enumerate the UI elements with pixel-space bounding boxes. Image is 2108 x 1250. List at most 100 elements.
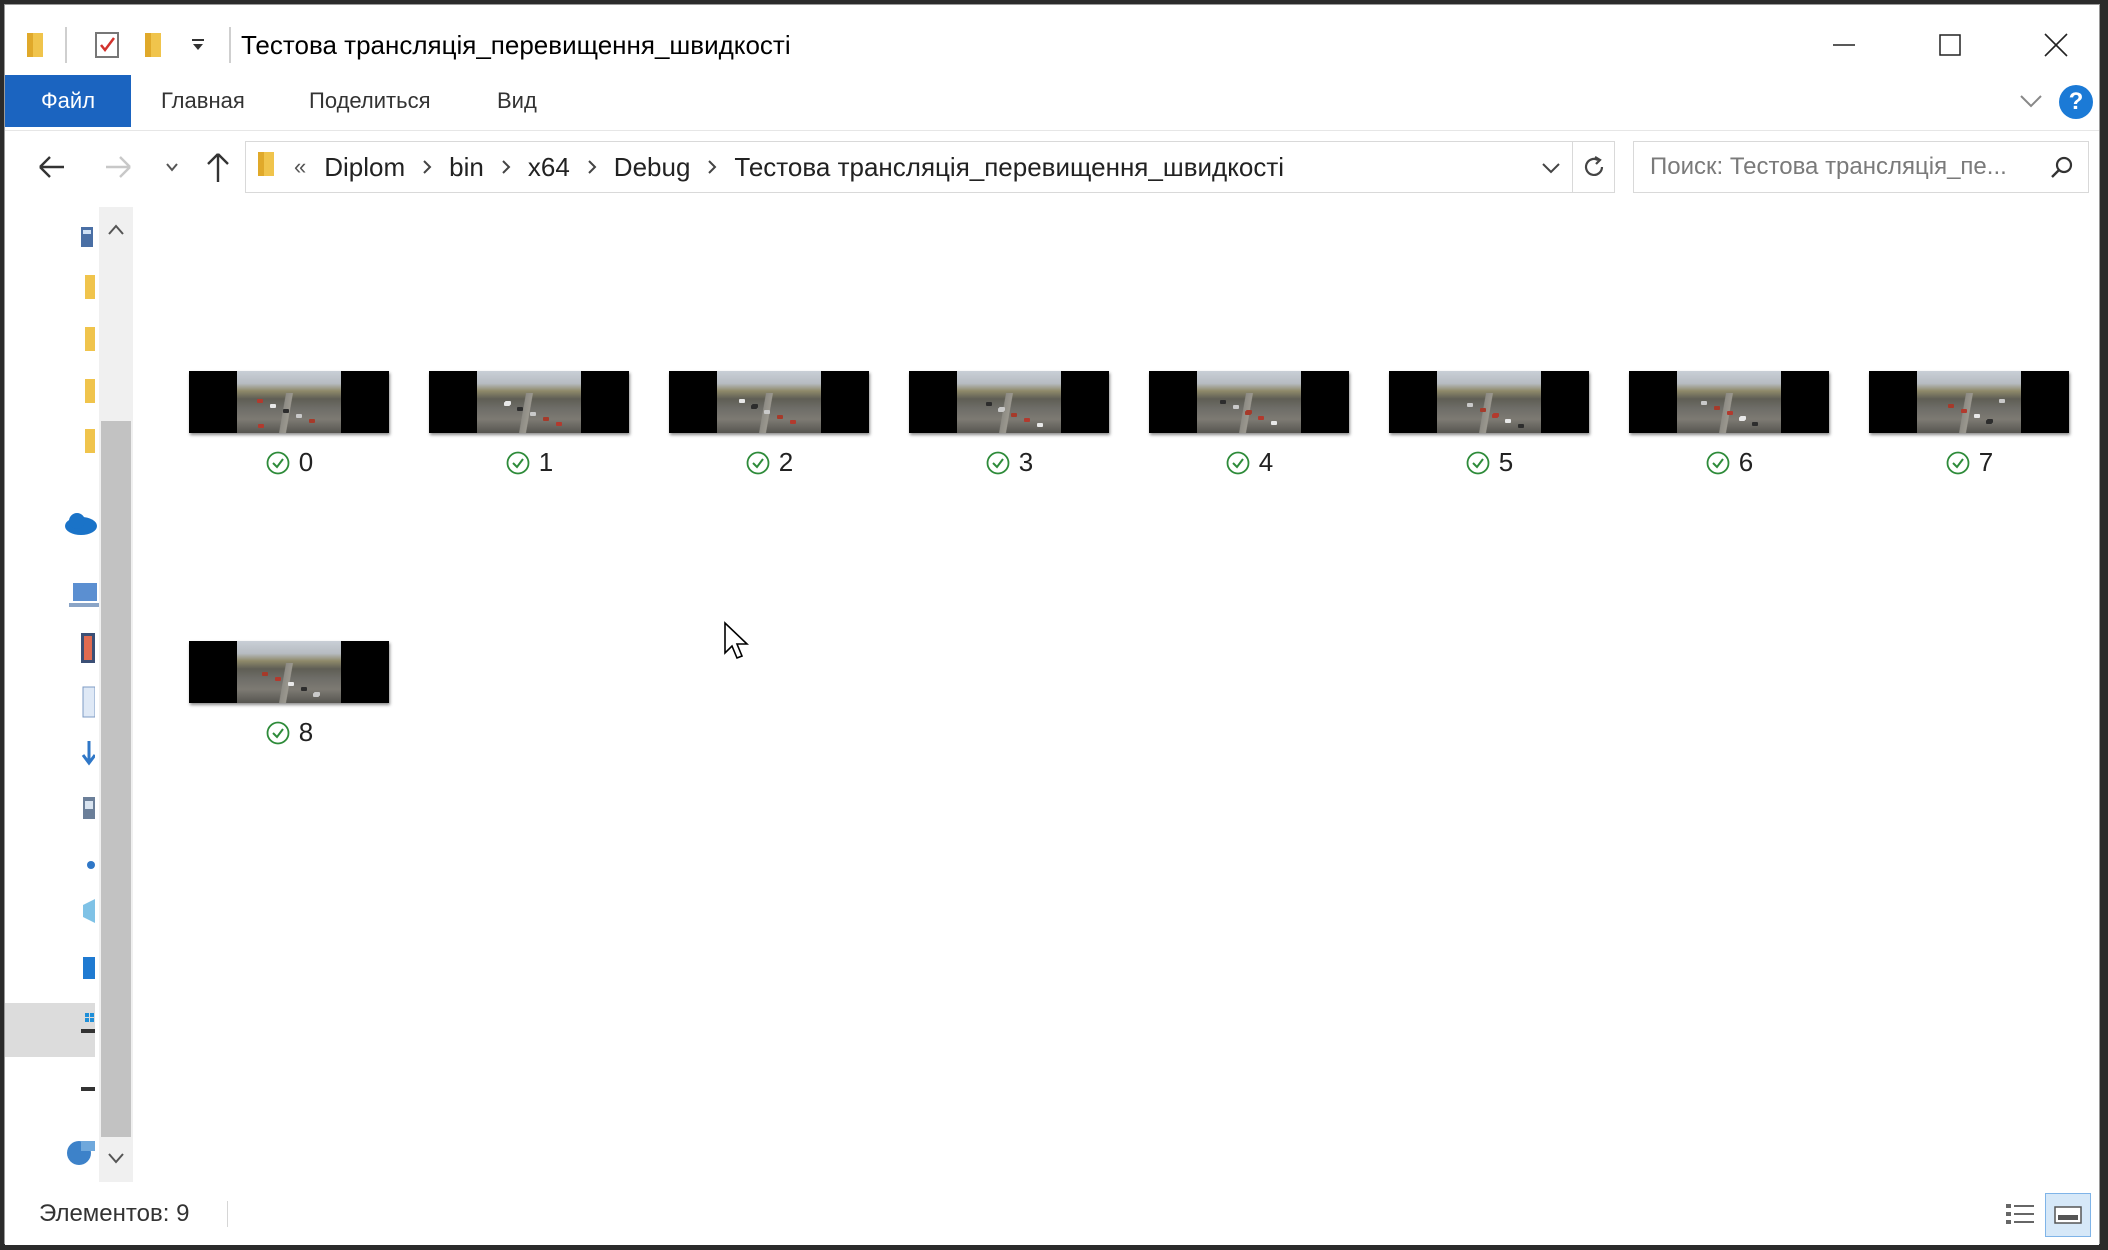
tab-file[interactable]: Файл — [5, 75, 131, 127]
sync-status-check-icon — [1225, 450, 1251, 476]
drive-icon[interactable] — [65, 1079, 95, 1107]
scroll-up-chevron-icon[interactable] — [99, 213, 133, 247]
video-thumbnail — [1389, 371, 1589, 433]
video-thumbnail — [1869, 371, 2069, 433]
sync-status-check-icon — [1945, 450, 1971, 476]
scroll-down-chevron-icon[interactable] — [99, 1141, 133, 1175]
breadcrumb-current-folder[interactable]: Тестова трансляція_перевищення_швидкості — [734, 152, 1284, 183]
mouse-cursor-icon — [723, 621, 753, 668]
file-name-label: 8 — [189, 717, 389, 748]
up-arrow-icon[interactable] — [195, 141, 241, 193]
file-name: 2 — [778, 447, 794, 477]
video-thumbnail — [909, 371, 1109, 433]
scrollbar-thumb[interactable] — [101, 421, 131, 1137]
expand-ribbon-chevron-icon[interactable] — [2015, 85, 2047, 117]
ribbon-tabs: Файл Главная Поделиться Вид ? — [5, 75, 2099, 131]
folder-icon[interactable] — [65, 377, 95, 405]
search-icon[interactable] — [2049, 154, 2085, 185]
address-overflow-button[interactable]: « — [294, 154, 306, 180]
video-thumbnail — [189, 371, 389, 433]
video-file-item[interactable]: 7 — [1869, 371, 2069, 491]
customize-toolbar-dropdown-icon[interactable] — [189, 5, 207, 85]
sync-status-check-icon — [985, 450, 1011, 476]
breadcrumb-bin[interactable]: bin — [449, 152, 484, 183]
file-name: 0 — [298, 447, 314, 477]
address-bar[interactable]: « Diplom bin x64 Debug Тестова трансляці… — [245, 141, 1573, 193]
local-disk-icon[interactable] — [65, 1007, 95, 1035]
video-thumbnail — [1629, 371, 1829, 433]
navigation-bar: « Diplom bin x64 Debug Тестова трансляці… — [5, 131, 2099, 207]
tab-home[interactable]: Главная — [161, 75, 245, 127]
minimize-button[interactable] — [1791, 5, 1897, 85]
properties-icon[interactable] — [93, 5, 121, 85]
new-folder-icon[interactable] — [143, 5, 165, 85]
navigation-pane-scrollbar[interactable] — [99, 207, 133, 1182]
chevron-right-icon[interactable] — [500, 158, 512, 176]
documents-folder-icon[interactable] — [65, 685, 96, 718]
pictures-folder-icon[interactable] — [65, 793, 95, 821]
music-folder-icon[interactable] — [65, 847, 95, 875]
video-file-item[interactable]: 6 — [1629, 371, 1829, 491]
file-name-label: 0 — [189, 447, 389, 478]
3d-objects-folder-icon[interactable] — [65, 897, 95, 925]
forward-arrow-icon[interactable] — [95, 141, 141, 193]
video-thumbnail — [669, 371, 869, 433]
breadcrumb-diplom[interactable]: Diplom — [324, 152, 405, 183]
file-name: 8 — [298, 717, 314, 747]
file-name-label: 7 — [1869, 447, 2069, 478]
file-name: 3 — [1018, 447, 1034, 477]
video-file-item[interactable]: 4 — [1149, 371, 1349, 491]
recent-locations-chevron-icon[interactable] — [149, 141, 195, 193]
onedrive-cloud-icon[interactable] — [61, 509, 99, 537]
videos-folder-icon[interactable] — [65, 631, 95, 663]
folder-icon[interactable] — [65, 427, 95, 455]
folder-icon[interactable] — [65, 325, 95, 353]
sync-status-check-icon — [1465, 450, 1491, 476]
file-explorer-window: Тестова трансляція_перевищення_швидкості… — [4, 4, 2100, 1245]
details-view-icon[interactable] — [2001, 1197, 2039, 1233]
network-icon[interactable] — [61, 1137, 99, 1165]
chevron-right-icon[interactable] — [706, 158, 718, 176]
this-pc-icon[interactable] — [61, 581, 99, 609]
large-icons-view-icon[interactable] — [2045, 1193, 2091, 1237]
sync-status-check-icon — [1705, 450, 1731, 476]
divider — [229, 27, 231, 63]
sync-status-check-icon — [745, 450, 771, 476]
video-file-item[interactable]: 2 — [669, 371, 869, 491]
video-file-item[interactable]: 5 — [1389, 371, 1589, 491]
search-input[interactable]: Поиск: Тестова трансляція_пе... — [1633, 141, 2089, 193]
chevron-right-icon[interactable] — [421, 158, 433, 176]
video-file-item[interactable]: 1 — [429, 371, 629, 491]
sync-status-check-icon — [265, 450, 291, 476]
quick-access-icon[interactable] — [65, 223, 95, 251]
maximize-button[interactable] — [1897, 5, 2003, 85]
back-arrow-icon[interactable] — [29, 141, 75, 193]
file-name: 6 — [1738, 447, 1754, 477]
breadcrumb-x64[interactable]: x64 — [528, 152, 570, 183]
help-button[interactable]: ? — [2059, 85, 2093, 119]
file-name-label: 4 — [1149, 447, 1349, 478]
folder-icon[interactable] — [65, 273, 95, 301]
video-file-item[interactable]: 8 — [189, 641, 389, 761]
chevron-right-icon[interactable] — [586, 158, 598, 176]
close-button[interactable] — [2003, 5, 2108, 85]
file-name-label: 2 — [669, 447, 869, 478]
desktop-folder-icon[interactable] — [65, 953, 95, 981]
tab-view[interactable]: Вид — [497, 75, 537, 127]
video-file-item[interactable]: 3 — [909, 371, 1109, 491]
video-file-item[interactable]: 0 — [189, 371, 389, 491]
file-list-view: 0 1 2 3 4 5 6 7 8 — [139, 207, 2099, 1182]
folder-icon — [25, 5, 47, 85]
file-name-label: 1 — [429, 447, 629, 478]
file-name: 4 — [1258, 447, 1274, 477]
refresh-icon[interactable] — [1573, 141, 1615, 193]
folder-icon — [256, 150, 278, 185]
file-name: 1 — [538, 447, 554, 477]
downloads-folder-icon[interactable] — [65, 739, 97, 767]
breadcrumb-debug[interactable]: Debug — [614, 152, 691, 183]
address-dropdown-chevron-icon[interactable] — [1532, 142, 1570, 194]
status-bar: Элементов: 9 — [5, 1183, 2099, 1245]
window-title: Тестова трансляція_перевищення_швидкості — [241, 30, 791, 60]
sync-status-check-icon — [505, 450, 531, 476]
tab-share[interactable]: Поделиться — [309, 75, 430, 127]
